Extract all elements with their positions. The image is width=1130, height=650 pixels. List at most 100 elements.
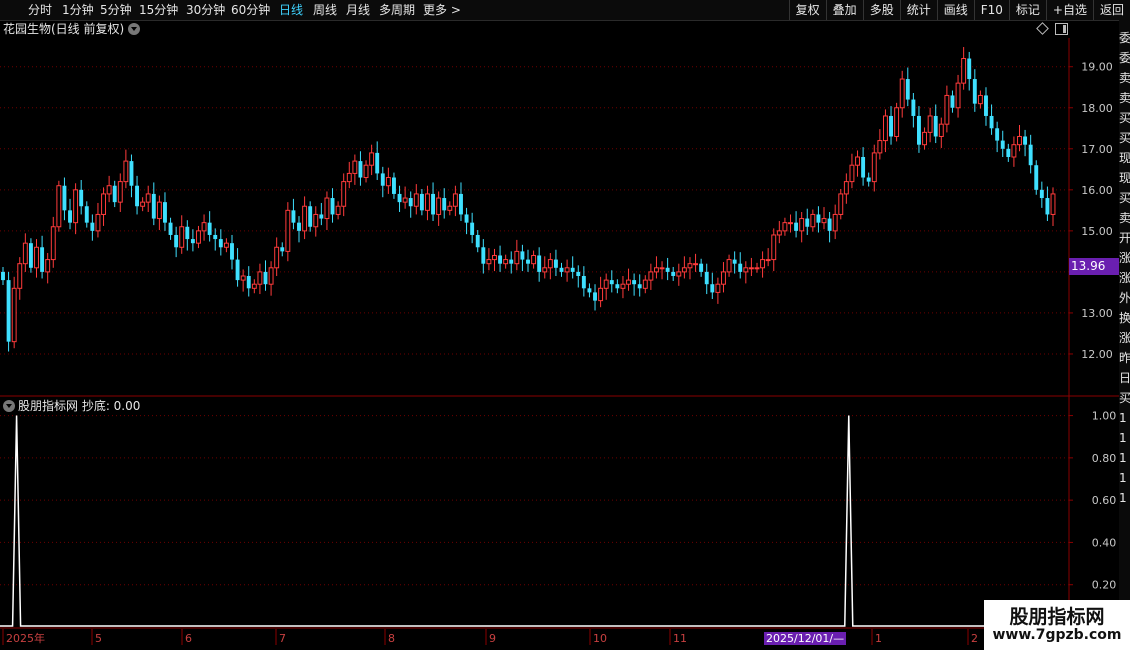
side-strip-char: 开 (1119, 231, 1130, 245)
candle-body (821, 218, 827, 224)
candle-body (34, 246, 39, 269)
candle-body (223, 242, 229, 248)
candle-body (90, 222, 95, 231)
candle-body (246, 276, 251, 289)
candle-body (481, 247, 486, 264)
candle-body (297, 222, 301, 231)
candle-body (84, 206, 89, 223)
indicator-chevron-down-icon[interactable] (3, 400, 15, 412)
candle-body (531, 254, 537, 265)
candle-body (637, 284, 642, 289)
candle-body (799, 218, 805, 232)
candle-body (28, 243, 33, 268)
candle-body (977, 94, 983, 105)
candle-body (754, 267, 760, 270)
candle-body (514, 250, 520, 265)
candle-body (1039, 189, 1044, 199)
y-tick-label: 13.00 (1081, 307, 1113, 320)
watermark: 股朋指标网 www.7gpzb.com (984, 600, 1130, 650)
candle-body (196, 230, 201, 244)
candle-body (459, 193, 463, 215)
candle-body (95, 213, 101, 232)
candle-body (553, 259, 558, 268)
candle-body (280, 247, 285, 252)
candle-body (369, 152, 375, 166)
candle-body (492, 254, 497, 261)
candle-body (687, 263, 693, 269)
quote-side-strip: 委委卖卖买买现现买卖开涨涨外换涨昨日买11111 (1119, 20, 1130, 600)
side-strip-char: 买 (1119, 131, 1130, 145)
watermark-url: www.7gpzb.com (992, 627, 1122, 643)
side-strip-char: 涨 (1119, 331, 1130, 345)
candle-body (564, 267, 570, 273)
candle-body (855, 156, 860, 166)
candle-body (385, 177, 391, 187)
side-strip-char: 日 (1119, 371, 1130, 385)
candle-body (537, 255, 542, 272)
side-strip-char: 卖 (1119, 211, 1130, 225)
candle-body (805, 218, 810, 227)
candle-body (788, 222, 793, 225)
candle-body (984, 95, 988, 116)
candle-body (933, 115, 938, 137)
candle-body (704, 271, 709, 285)
candle-body (889, 115, 893, 137)
candle-body (838, 193, 844, 215)
candle-body (581, 276, 586, 289)
y-tick-label: 18.00 (1081, 102, 1113, 115)
candle-body (313, 213, 319, 228)
candle-body (771, 234, 777, 261)
side-strip-char: 1 (1119, 431, 1127, 445)
candle-body (240, 275, 246, 281)
candle-body (1050, 193, 1056, 215)
candle-body (79, 189, 84, 207)
candle-body (938, 123, 944, 137)
candle-body (609, 280, 614, 285)
candle-body (168, 222, 173, 235)
candle-body (1000, 140, 1005, 149)
candle-body (335, 205, 341, 215)
candle-body (464, 214, 469, 223)
side-strip-char: 买 (1119, 391, 1130, 405)
candlestick-chart[interactable]: 19.00 18.00 17.00 16.00 15.00 13.00 12.00 1.00 0… (0, 0, 1130, 650)
candle-body (760, 259, 766, 269)
candle-body (268, 267, 274, 285)
side-strip-char: 卖 (1119, 91, 1130, 105)
side-strip-char: 外 (1119, 291, 1130, 305)
side-strip-char: 1 (1119, 451, 1127, 465)
candle-body (123, 160, 129, 183)
candle-body (922, 131, 927, 146)
candle-body (235, 259, 240, 281)
side-strip-char: 买 (1119, 191, 1130, 205)
candle-body (145, 193, 151, 203)
candle-body (699, 263, 704, 272)
y-tick-label: 16.00 (1081, 184, 1113, 197)
side-strip-char: 涨 (1119, 251, 1130, 265)
candle-body (257, 271, 263, 285)
side-strip-char: 现 (1119, 151, 1130, 165)
candle-body (330, 198, 335, 215)
candle-body (475, 234, 480, 248)
candle-body (871, 152, 877, 183)
candle-body (526, 259, 530, 264)
candle-body (135, 185, 139, 207)
watermark-title: 股朋指标网 (1009, 606, 1105, 628)
side-strip-char: 委 (1119, 51, 1130, 65)
side-strip-char: 1 (1119, 491, 1127, 505)
x-tick-label: 9 (489, 632, 496, 645)
candle-body (721, 271, 726, 285)
candle-body (425, 193, 430, 211)
candle-body (419, 193, 424, 211)
x-tick-label: 7 (279, 632, 286, 645)
candle-body (861, 157, 866, 178)
last-price-tag: 13.96 (1069, 258, 1119, 275)
candle-body (50, 226, 56, 261)
candle-body (894, 107, 900, 137)
candle-body (291, 210, 296, 223)
candle-body (559, 267, 564, 272)
candle-body (436, 197, 442, 215)
candle-body (816, 214, 821, 223)
candle-body (112, 185, 117, 203)
candle-body (68, 210, 72, 223)
candle-body (230, 243, 234, 260)
